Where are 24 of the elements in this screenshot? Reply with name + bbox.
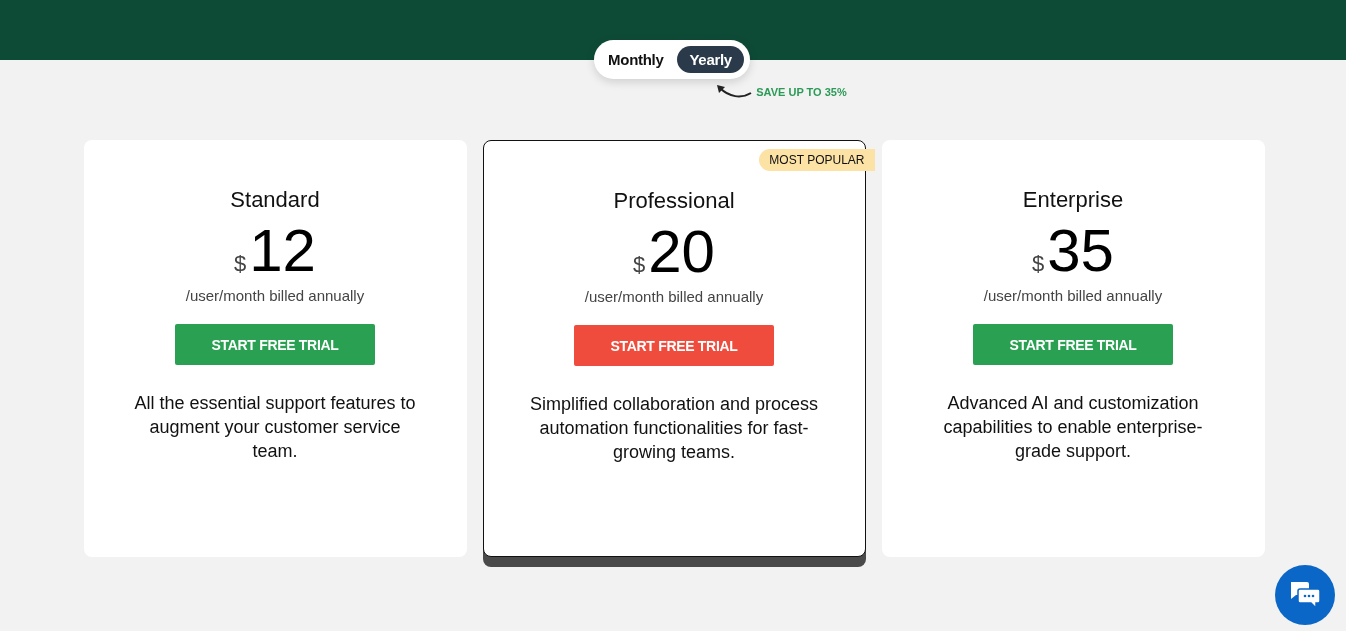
plan-name: Professional: [613, 188, 735, 214]
plan-description: Simplified collaboration and process automation functionalities for fast-growing teams.: [528, 393, 820, 464]
plan-description: Advanced AI and customization capabilities to enable enterprise-grade support.: [942, 392, 1204, 463]
plan-price: 35: [1047, 221, 1114, 281]
trial-button[interactable]: START FREE TRIAL: [574, 325, 774, 366]
billing-option[interactable]: Yearly: [677, 46, 744, 73]
curved-arrow-icon: [715, 84, 754, 100]
billing-period: /user/month billed annually: [584, 288, 764, 305]
currency-symbol: $: [1032, 251, 1045, 277]
trial-button[interactable]: START FREE TRIAL: [973, 324, 1173, 365]
plan-description: All the essential support features to augment your customer service team.: [133, 392, 417, 463]
chat-button[interactable]: [1275, 565, 1335, 625]
billing-period: /user/month billed annually: [983, 287, 1163, 304]
currency-symbol: $: [633, 252, 646, 278]
currency-symbol: $: [234, 251, 247, 277]
popular-badge: MOST POPULAR: [759, 149, 875, 171]
billing-period: /user/month billed annually: [185, 287, 365, 304]
savings-note: SAVE UP TO 35%: [756, 86, 847, 98]
plan-price: 20: [648, 222, 715, 282]
plan-price: 12: [249, 221, 316, 281]
trial-button[interactable]: START FREE TRIAL: [175, 324, 375, 365]
plan-name: Enterprise: [1022, 187, 1124, 213]
billing-option[interactable]: Monthly: [600, 46, 672, 73]
plan-name: Standard: [230, 187, 320, 213]
